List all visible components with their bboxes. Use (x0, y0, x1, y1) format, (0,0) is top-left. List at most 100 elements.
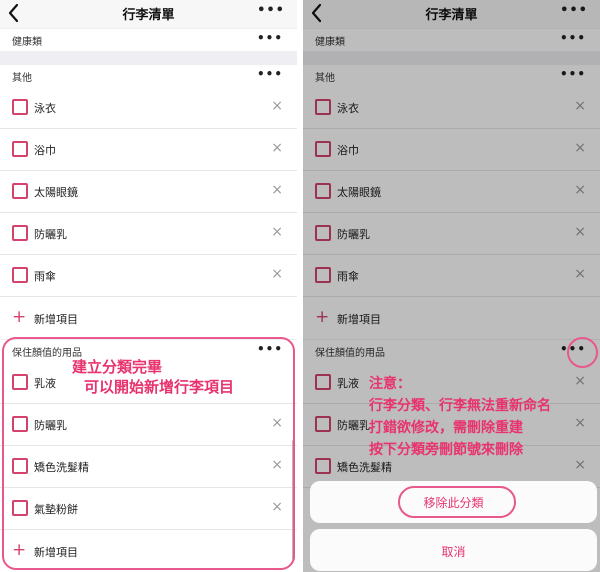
item-name: 乳液 (34, 377, 56, 390)
category-more-button[interactable]: ••• (560, 342, 586, 356)
item-name: 氣墊粉餅 (34, 503, 78, 516)
category-more-button[interactable]: ••• (560, 31, 586, 45)
delete-icon[interactable]: × (271, 266, 283, 282)
item-name: 太陽眼鏡 (337, 186, 381, 199)
item-checkbox[interactable] (12, 183, 28, 199)
list-item: 太陽眼鏡 × (0, 171, 297, 213)
delete-icon[interactable]: × (574, 224, 586, 240)
delete-icon[interactable]: × (574, 373, 586, 389)
item-name: 矯色洗髮精 (337, 461, 392, 474)
item-checkbox[interactable] (12, 267, 28, 283)
cancel-button[interactable]: 取消 (310, 529, 597, 571)
cancel-label: 取消 (441, 545, 466, 559)
delete-icon[interactable]: × (271, 140, 283, 156)
list-item: 氣墊粉餅 × (0, 488, 297, 530)
list-item: 浴巾 × (303, 129, 600, 171)
item-checkbox[interactable] (315, 267, 331, 283)
item-name: 雨傘 (34, 270, 56, 283)
category-name: 其他 (12, 73, 32, 84)
item-checkbox[interactable] (12, 458, 28, 474)
delete-icon[interactable]: × (271, 415, 283, 431)
item-checkbox[interactable] (12, 374, 28, 390)
category-more-button[interactable]: ••• (257, 31, 283, 45)
nav-bar: 行李清單 ••• (0, 0, 297, 28)
list-item: 防曬乳 × (0, 213, 297, 255)
category-header-other: 其他 ••• (303, 65, 600, 87)
separator (303, 51, 600, 65)
item-name: 防曬乳 (34, 228, 67, 241)
category-name: 保住顏值的用品 (12, 348, 82, 359)
item-checkbox[interactable] (315, 374, 331, 390)
item-checkbox[interactable] (315, 458, 331, 474)
item-checkbox[interactable] (12, 225, 28, 241)
list-item: 泳衣 × (0, 87, 297, 129)
annotation-line-1: 行李分類、行李無法重新命名 (369, 398, 551, 414)
category-more-button[interactable]: ••• (257, 342, 283, 356)
list-item: 矯色洗髮精 × (0, 446, 297, 488)
delete-icon[interactable]: × (574, 140, 586, 156)
delete-icon[interactable]: × (574, 182, 586, 198)
item-name: 浴巾 (337, 144, 359, 157)
list-item: 浴巾 × (0, 129, 297, 171)
annotation-line-2: 打錯欲修改，需刪除重建 (369, 420, 523, 436)
item-name: 雨傘 (337, 270, 359, 283)
plus-icon: + (12, 540, 27, 560)
delete-icon[interactable]: × (574, 415, 586, 431)
item-checkbox[interactable] (12, 99, 28, 115)
category-more-button[interactable]: ••• (560, 67, 586, 81)
item-checkbox[interactable] (12, 141, 28, 157)
category-name: 健康類 (12, 37, 42, 48)
add-item-button[interactable]: + 新增項目 (0, 530, 297, 572)
item-checkbox[interactable] (315, 225, 331, 241)
category-header-other: 其他 ••• (0, 65, 297, 87)
item-name: 太陽眼鏡 (34, 186, 78, 199)
right-screen: 行李清單 ••• 健康類 ••• 其他 ••• 泳衣 × 浴巾 × 太陽眼鏡 ×… (303, 0, 600, 572)
item-name: 防曬乳 (337, 419, 370, 432)
list-item: 防曬乳 × (303, 213, 600, 255)
delete-icon[interactable]: × (271, 98, 283, 114)
list-item: 雨傘 × (303, 255, 600, 297)
delete-icon[interactable]: × (271, 457, 283, 473)
item-checkbox[interactable] (315, 141, 331, 157)
plus-icon: + (12, 307, 27, 327)
annotation-line-1: 建立分類完畢 (72, 358, 163, 376)
item-checkbox[interactable] (12, 416, 28, 432)
separator (0, 51, 297, 65)
item-checkbox[interactable] (315, 99, 331, 115)
annotation-line-3: 按下分類旁刪節號來刪除 (369, 442, 523, 458)
delete-icon[interactable]: × (574, 266, 586, 282)
delete-icon[interactable]: × (271, 182, 283, 198)
category-header-beauty: 保住顏值的用品 ••• (303, 340, 600, 362)
item-name: 泳衣 (34, 102, 56, 115)
item-name: 泳衣 (337, 102, 359, 115)
category-header-health: 健康類 ••• (303, 29, 600, 51)
left-screen: 行李清單 ••• 健康類 ••• 其他 ••• 泳衣 × 浴巾 × 太陽眼鏡 ×… (0, 0, 297, 572)
page-title: 行李清單 (425, 8, 478, 23)
page-title: 行李清單 (122, 8, 175, 23)
item-checkbox[interactable] (315, 416, 331, 432)
list-item: 防曬乳 × (0, 404, 297, 446)
add-item-button[interactable]: + 新增項目 (0, 297, 297, 339)
annotation-title: 注意： (369, 376, 411, 392)
more-options-button[interactable]: ••• (560, 3, 588, 18)
list-item: 泳衣 × (303, 87, 600, 129)
add-item-button[interactable]: + 新增項目 (303, 297, 600, 339)
category-name: 其他 (315, 73, 335, 84)
add-item-label: 新增項目 (34, 313, 78, 326)
delete-icon[interactable]: × (271, 224, 283, 240)
scrollbar[interactable] (292, 440, 295, 560)
delete-icon[interactable]: × (271, 499, 283, 515)
item-checkbox[interactable] (12, 500, 28, 516)
item-name: 防曬乳 (34, 419, 67, 432)
category-more-button[interactable]: ••• (257, 67, 283, 81)
add-item-label: 新增項目 (337, 313, 381, 326)
remove-category-action[interactable]: 移除此分類 (310, 481, 597, 523)
add-item-label: 新增項目 (34, 546, 78, 559)
item-name: 乳液 (337, 377, 359, 390)
more-options-button[interactable]: ••• (257, 3, 285, 18)
list-item: 太陽眼鏡 × (303, 171, 600, 213)
plus-icon: + (315, 307, 330, 327)
delete-icon[interactable]: × (574, 98, 586, 114)
delete-icon[interactable]: × (574, 457, 586, 473)
item-checkbox[interactable] (315, 183, 331, 199)
